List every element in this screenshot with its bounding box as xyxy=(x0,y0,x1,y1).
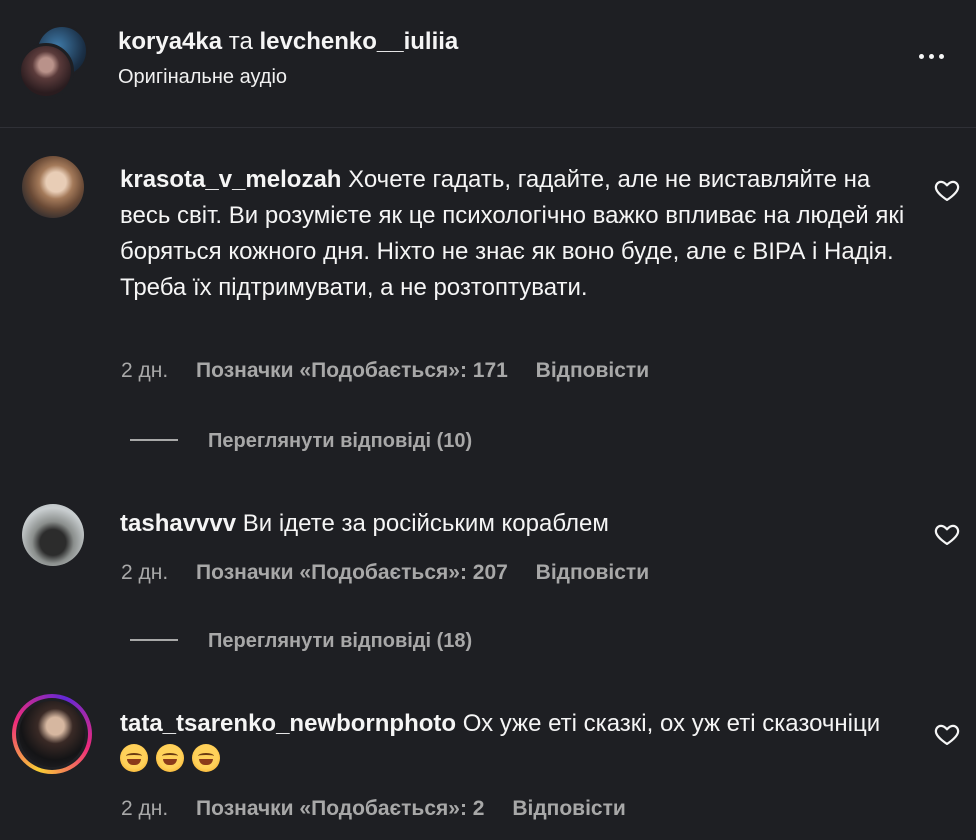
author-connector: та xyxy=(228,28,253,55)
like-heart-icon[interactable] xyxy=(933,520,961,548)
comment-meta: 2 дн. Позначки «Подобається»: 171 Відпов… xyxy=(121,359,671,383)
comment-meta: 2 дн. Позначки «Подобається»: 2 Відповіс… xyxy=(121,797,648,821)
comment-username[interactable]: krasota_v_melozah xyxy=(120,166,341,193)
replies-divider xyxy=(130,439,178,441)
view-replies-label: Переглянути відповіді (18) xyxy=(208,630,473,652)
post-authors: korya4ka та levchenko__iuliia xyxy=(118,28,458,56)
smiling-face-with-sweat-icon xyxy=(192,744,220,772)
comment-username[interactable]: tata_tsarenko_newbornphoto xyxy=(120,710,456,737)
view-replies-label: Переглянути відповіді (10) xyxy=(208,430,473,452)
replies-divider xyxy=(130,639,178,641)
comment-text: Ви ідете за російським кораблем xyxy=(242,510,609,537)
likes-count[interactable]: Позначки «Подобається»: 2 xyxy=(196,797,484,820)
avatar xyxy=(19,701,85,767)
collab-avatars[interactable] xyxy=(18,25,88,99)
likes-count[interactable]: Позначки «Подобається»: 207 xyxy=(196,561,508,584)
comment-time[interactable]: 2 дн. xyxy=(121,797,168,820)
author-username[interactable]: levchenko__iuliia xyxy=(260,28,459,55)
comment-text: Ох уже еті сказкі, ох уж еті сказочніци xyxy=(462,710,881,737)
story-ring-avatar[interactable] xyxy=(12,694,92,774)
comment-username[interactable]: tashavvvv xyxy=(120,510,236,537)
like-heart-icon[interactable] xyxy=(933,176,961,204)
more-options-icon[interactable] xyxy=(910,44,952,68)
reply-button[interactable]: Відповісти xyxy=(536,359,649,382)
comment-time[interactable]: 2 дн. xyxy=(121,359,168,382)
avatar[interactable] xyxy=(22,504,84,566)
avatar[interactable] xyxy=(22,156,84,218)
smiling-face-with-sweat-icon xyxy=(156,744,184,772)
avatar[interactable] xyxy=(18,43,74,99)
comment-body: krasota_v_melozah Хочете гадать, гадайте… xyxy=(120,162,910,306)
reply-button[interactable]: Відповісти xyxy=(536,561,649,584)
post-header: korya4ka та levchenko__iuliia Оригінальн… xyxy=(0,0,976,128)
comment-body: tashavvvv Ви ідете за російським корабле… xyxy=(120,506,910,542)
view-replies-button[interactable]: Переглянути відповіді (18) xyxy=(130,630,472,653)
view-replies-button[interactable]: Переглянути відповіді (10) xyxy=(130,430,472,453)
reply-button[interactable]: Відповісти xyxy=(512,797,625,820)
comment-body: tata_tsarenko_newbornphoto Ох уже еті ск… xyxy=(120,706,910,778)
original-audio-link[interactable]: Оригінальне аудіо xyxy=(118,66,287,89)
likes-count[interactable]: Позначки «Подобається»: 171 xyxy=(196,359,508,382)
smiling-face-with-sweat-icon xyxy=(120,744,148,772)
like-heart-icon[interactable] xyxy=(933,720,961,748)
author-username[interactable]: korya4ka xyxy=(118,28,222,55)
comment-meta: 2 дн. Позначки «Подобається»: 207 Відпов… xyxy=(121,561,671,585)
avatar-gap xyxy=(16,698,88,770)
comment-time[interactable]: 2 дн. xyxy=(121,561,168,584)
